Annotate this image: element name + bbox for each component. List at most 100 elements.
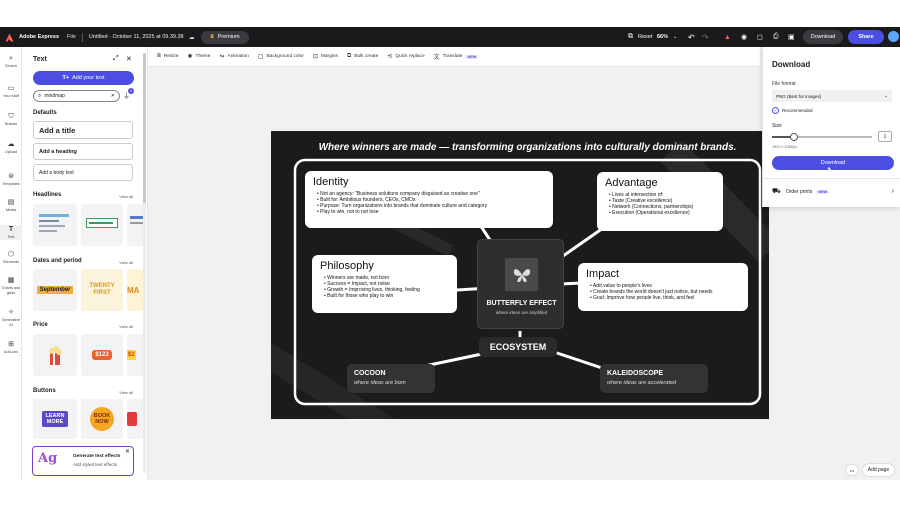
upload-cloud-icon: ☁ <box>7 141 15 148</box>
quick-replace-tool[interactable]: ⟲ Quick replace <box>387 53 424 60</box>
butterfly-effect-node[interactable]: BUTTERFLY EFFECT where ideas are amplifi… <box>477 239 564 329</box>
price-thumb[interactable] <box>33 334 77 376</box>
add-page-button[interactable]: Add page <box>862 463 895 477</box>
adobe-icon[interactable]: ▲ <box>724 34 731 41</box>
tool-label: Quick replace <box>395 54 425 59</box>
tool-label: Background color <box>266 54 304 59</box>
advantage-card[interactable]: Advantage • Lives at intersection of: • … <box>597 172 723 231</box>
present-icon[interactable]: ▣ <box>788 33 795 41</box>
add-heading-button[interactable]: Add a heading <box>33 143 133 160</box>
rail-your-stuff[interactable]: ▭ Your stuff <box>0 85 22 98</box>
zoom-level[interactable]: 66% <box>657 34 668 40</box>
price-heading: Price <box>33 322 48 328</box>
bullet: • Execution (Operational excellence) <box>609 210 690 216</box>
elements-icon: ⬡ <box>7 251 15 258</box>
more-options-button[interactable]: ••• <box>845 464 859 476</box>
panel-title: Text <box>33 56 47 63</box>
design-canvas[interactable]: Where winners are made — transforming or… <box>271 131 769 419</box>
theme-icon: ✺ <box>187 54 193 60</box>
rail-search[interactable]: ⌕ Search <box>0 55 22 68</box>
animation-tool[interactable]: ↬ Animation <box>219 53 248 60</box>
ecosystem-node[interactable]: ECOSYSTEM <box>479 337 557 357</box>
text-effects-promo[interactable]: Ag Generate text effects Add styled text… <box>32 446 134 476</box>
redo-icon[interactable]: ↷ <box>702 33 709 42</box>
date-thumb[interactable]: TWENTY FIRST <box>81 269 123 311</box>
identity-card[interactable]: Identity • Not an agency: "Business solu… <box>305 171 553 228</box>
kaleidoscope-node[interactable]: KALEIDOSCOPE where ideas are accelerated <box>600 364 708 393</box>
premium-button[interactable]: ♛ Premium <box>200 30 249 44</box>
button-thumb[interactable]: LEARN MORE <box>33 399 77 439</box>
rail-upload[interactable]: ☁ Upload <box>0 141 22 154</box>
expand-icon[interactable]: ⤢ <box>113 55 119 63</box>
print-icon[interactable]: ⎙ <box>773 33 779 41</box>
rail-text[interactable]: T Text <box>0 225 22 240</box>
reset-button[interactable]: Reset <box>638 34 652 40</box>
tool-label: Animation <box>227 54 249 59</box>
file-format-label: File format <box>772 81 796 87</box>
translate-tool[interactable]: 文 Translate NEW <box>434 52 479 61</box>
rail-label: Your stuff <box>3 94 19 98</box>
resize-tool[interactable]: ⧈ Resize <box>157 53 179 60</box>
add-body-button[interactable]: Add a body text <box>33 164 133 181</box>
doc-title[interactable]: Untitled - October 11, 2025 at 09.39.38 <box>89 34 184 40</box>
rail-charts-grids[interactable]: ▦ Charts and grids <box>0 277 22 295</box>
price-thumb[interactable]: $123 <box>81 334 123 376</box>
philosophy-card[interactable]: Philosophy • Winners are made, not born … <box>312 255 457 313</box>
background-color-tool[interactable]: ▢ Background color <box>258 53 304 60</box>
cocoon-node[interactable]: COCOON where ideas are born <box>347 364 435 393</box>
rail-media[interactable]: ▤ Media <box>0 199 22 212</box>
rail-generative-ai[interactable]: ✧ Generative AI <box>0 309 22 327</box>
size-slider-handle[interactable] <box>790 132 798 141</box>
bulk-create-tool[interactable]: ⧉ Bulk create <box>347 53 378 60</box>
brand-icon: ⛉ <box>8 113 14 120</box>
date-thumb[interactable]: September <box>33 269 77 311</box>
price-tag-text: $2 <box>127 350 136 360</box>
add-text-button[interactable]: T+ Add your text <box>33 71 134 85</box>
button-thumb[interactable]: BOOK NOW <box>81 399 123 439</box>
chevron-down-icon[interactable]: ⌄ <box>673 34 677 40</box>
buttons-view-all[interactable]: View all <box>119 390 133 395</box>
crown-icon: ♛ <box>209 34 215 40</box>
close-promo-icon[interactable]: ✕ <box>125 448 130 455</box>
rail-label: Text <box>7 235 15 239</box>
theme-tool[interactable]: ✺ Theme <box>188 53 211 60</box>
share-button[interactable]: Share <box>848 30 884 44</box>
search-input[interactable]: ⌕ mindmap ✕ <box>33 90 120 102</box>
scrollbar-thumb[interactable] <box>143 53 146 203</box>
rail-add-ons[interactable]: ⊞ Add-ons <box>0 341 22 354</box>
comment-icon[interactable]: ◻ <box>757 33 763 41</box>
undo-icon[interactable]: ↶ <box>688 33 695 42</box>
rail-elements[interactable]: ⬡ Elements <box>0 251 22 264</box>
rail-brands[interactable]: ⛉ Brands <box>0 113 22 126</box>
canvas-headline[interactable]: Where winners are made — transforming or… <box>295 142 760 153</box>
reset-icon[interactable]: ⧉ <box>628 33 633 41</box>
size-input[interactable]: 1 <box>878 131 892 142</box>
avatar[interactable] <box>888 31 899 42</box>
rail-templates[interactable]: ⊜ Templates <box>0 173 22 186</box>
file-format-select[interactable]: PNG (Best for images) ⌄ <box>772 90 892 102</box>
adobe-express-logo-icon[interactable] <box>5 32 14 42</box>
headlines-heading: Headlines <box>33 192 62 198</box>
download-button[interactable]: Download <box>772 156 894 170</box>
cursor-icon: ⬉ <box>827 167 833 173</box>
price-view-all[interactable]: View all <box>119 324 133 329</box>
headline-thumb[interactable] <box>33 204 77 246</box>
rail-label: Add-ons <box>3 350 19 354</box>
dates-view-all[interactable]: View all <box>119 260 133 265</box>
impact-card[interactable]: Impact • Add value to people's lives • C… <box>578 263 748 311</box>
rail-label: Templates <box>2 182 20 186</box>
size-slider[interactable] <box>772 132 872 141</box>
scrollbar[interactable] <box>143 53 146 473</box>
headline-thumb[interactable] <box>81 204 123 246</box>
add-title-button[interactable]: Add a title <box>33 121 133 139</box>
order-prints-row[interactable]: ⛟ Order prints NEW › <box>772 187 894 196</box>
file-menu[interactable]: File <box>67 34 76 40</box>
headlines-view-all[interactable]: View all <box>119 194 133 199</box>
impact-title: Impact <box>586 268 620 280</box>
download-top-button[interactable]: Download <box>803 30 843 44</box>
kaleidoscope-title: KALEIDOSCOPE <box>607 370 664 377</box>
lightbulb-icon[interactable]: ◉ <box>741 33 747 41</box>
close-icon[interactable]: ✕ <box>126 55 132 63</box>
clear-search-icon[interactable]: ✕ <box>111 93 115 99</box>
margins-tool[interactable]: ⊡ Margins <box>313 53 338 60</box>
